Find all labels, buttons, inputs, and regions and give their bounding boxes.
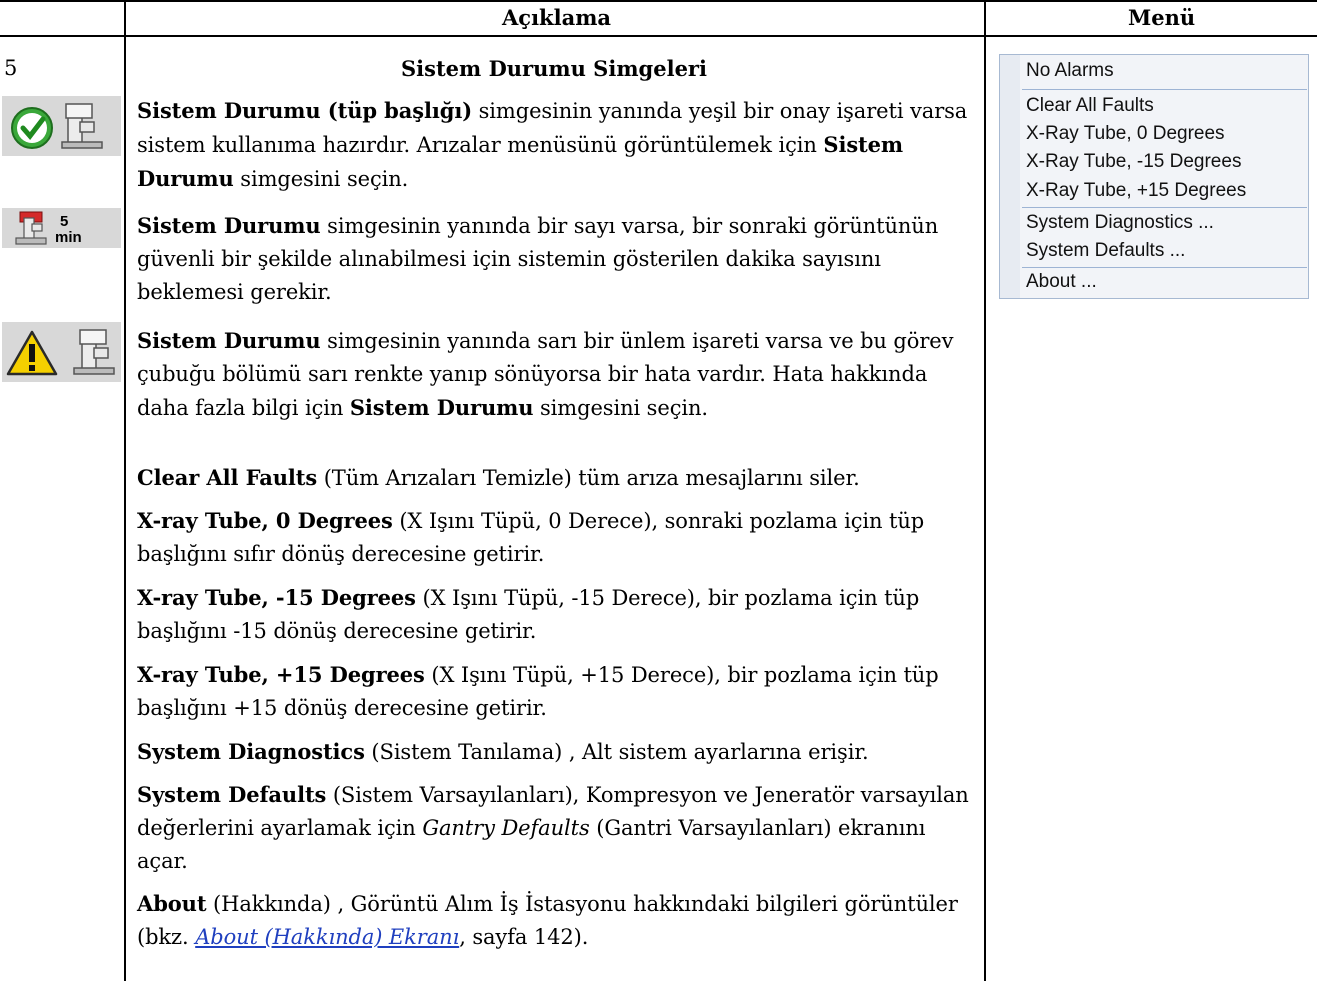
header-bottom-border — [0, 35, 1317, 37]
menu-item-xray-plus-15[interactable]: X-Ray Tube, +15 Degrees — [1026, 180, 1246, 202]
menu-separator — [1022, 207, 1307, 208]
menu-gutter — [1000, 55, 1020, 298]
term-xray-minus-15: X-ray Tube, -15 Degrees — [137, 585, 416, 610]
term-about: About — [137, 891, 207, 916]
system-status-fault-icon — [2, 322, 121, 382]
paragraph-text: (Tüm Arızaları Temizle) tüm arıza mesajl… — [317, 466, 860, 490]
column-header-menu: Menü — [1128, 5, 1196, 30]
menu-item-no-alarms[interactable]: No Alarms — [1026, 60, 1114, 82]
term-clear-all-faults: Clear All Faults — [137, 465, 318, 490]
paragraph-system-diagnostics: System Diagnostics (Sistem Tanılama) , A… — [137, 735, 972, 769]
term-gantry-defaults: Gantry Defaults — [422, 816, 590, 840]
document-table: Açıklama Menü 5 Sistem Durumu Simgeleri … — [0, 0, 1317, 981]
menu-separator — [1022, 267, 1307, 268]
term-system-status: Sistem Durumu — [137, 328, 321, 353]
paragraph-system-defaults: System Defaults (Sistem Varsayılanları),… — [137, 778, 972, 878]
system-status-menu: No Alarms Clear All Faults X-Ray Tube, 0… — [999, 54, 1309, 299]
paragraph-xray-minus-15: X-ray Tube, -15 Degrees (X Işını Tüpü, -… — [137, 581, 972, 648]
term-xray-plus-15: X-ray Tube, +15 Degrees — [137, 662, 425, 687]
term-system-status: Sistem Durumu — [137, 213, 321, 238]
paragraph-text: , sayfa 142). — [459, 925, 589, 949]
term-system-defaults: System Defaults — [137, 782, 327, 807]
term-system-status: Sistem Durumu (tüp başlığı) — [137, 98, 473, 123]
system-status-ready-icon — [2, 96, 121, 156]
paragraph-clear-all-faults: Clear All Faults (Tüm Arızaları Temizle)… — [137, 461, 972, 495]
wait-unit-label: min — [55, 229, 82, 246]
menu-item-xray-0[interactable]: X-Ray Tube, 0 Degrees — [1026, 123, 1225, 145]
paragraph-wait: Sistem Durumu simgesinin yanında bir say… — [137, 209, 972, 309]
paragraph-text: simgesini seçin. — [233, 167, 409, 191]
column-header-description: Açıklama — [502, 5, 612, 30]
menu-item-system-defaults[interactable]: System Defaults ... — [1026, 240, 1185, 262]
term-system-status: Sistem Durumu — [349, 395, 534, 420]
menu-item-about[interactable]: About ... — [1026, 271, 1097, 293]
col-divider-1 — [124, 0, 126, 981]
menu-separator — [1022, 89, 1307, 90]
paragraph-ready: Sistem Durumu (tüp başlığı) simgesinin y… — [137, 94, 972, 196]
paragraph-text: (Sistem Tanılama) , Alt sistem ayarların… — [364, 740, 869, 764]
table-top-border — [0, 0, 1317, 2]
paragraph-xray-plus-15: X-ray Tube, +15 Degrees (X Işını Tüpü, +… — [137, 658, 972, 725]
paragraph-xray-0: X-ray Tube, 0 Degrees (X Işını Tüpü, 0 D… — [137, 504, 972, 571]
term-xray-0: X-ray Tube, 0 Degrees — [137, 508, 393, 533]
menu-item-system-diagnostics[interactable]: System Diagnostics ... — [1026, 212, 1214, 234]
menu-item-clear-all-faults[interactable]: Clear All Faults — [1026, 95, 1154, 117]
paragraph-about: About (Hakkında) , Görüntü Alım İş İstas… — [137, 887, 972, 954]
menu-item-xray-minus-15[interactable]: X-Ray Tube, -15 Degrees — [1026, 151, 1241, 173]
paragraph-fault: Sistem Durumu simgesinin yanında sarı bi… — [137, 324, 972, 425]
system-status-wait-icon: 5 min — [2, 208, 121, 248]
col-divider-2 — [984, 0, 986, 981]
row-number: 5 — [4, 56, 18, 80]
paragraph-text: simgesini seçin. — [533, 396, 708, 420]
section-title: Sistem Durumu Simgeleri — [401, 56, 707, 81]
term-system-diagnostics: System Diagnostics — [137, 739, 365, 764]
wait-number-label: 5 — [60, 213, 68, 230]
about-screen-link[interactable]: About (Hakkında) Ekranı — [195, 925, 459, 949]
